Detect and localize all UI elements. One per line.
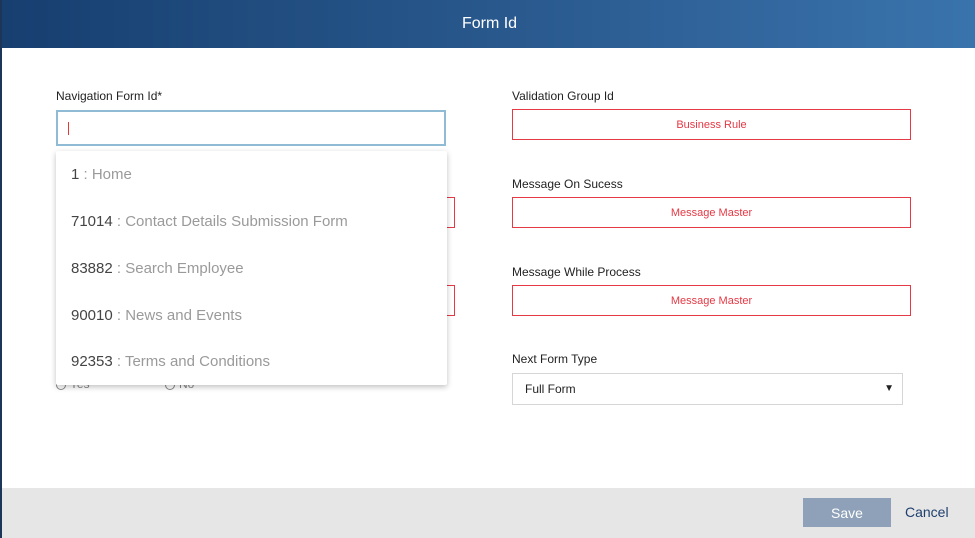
message-master-success-button[interactable]: Message Master <box>512 197 911 228</box>
item-name: : Terms and Conditions <box>112 353 271 370</box>
triangle-down-icon: ▼ <box>884 383 894 394</box>
hidden-field-edge-2 <box>447 285 455 316</box>
next-form-type-value: Full Form <box>525 382 576 396</box>
item-name: : Contact Details Submission Form <box>112 213 348 230</box>
message-master-process-button[interactable]: Message Master <box>512 285 911 316</box>
modal-header: Form Id <box>2 0 975 48</box>
hidden-field-edge-1 <box>447 197 455 228</box>
list-item[interactable]: 83882 : Search Employee <box>71 260 244 277</box>
message-while-process-label: Message While Process <box>512 265 641 279</box>
item-name: : Home <box>79 166 132 183</box>
business-rule-button[interactable]: Business Rule <box>512 109 911 140</box>
text-caret <box>68 122 69 135</box>
list-item[interactable]: 92353 : Terms and Conditions <box>71 353 270 370</box>
save-button[interactable]: Save <box>803 498 891 527</box>
cancel-button[interactable]: Cancel <box>905 504 949 520</box>
form-id-suggestion-list: 1 : Home 71014 : Contact Details Submiss… <box>56 151 447 385</box>
item-name: : News and Events <box>112 307 242 324</box>
item-id: 92353 <box>71 353 113 370</box>
item-id: 90010 <box>71 307 113 324</box>
item-name: : Search Employee <box>112 260 244 277</box>
message-on-success-label: Message On Sucess <box>512 177 623 191</box>
next-form-type-select[interactable]: Full Form ▼ <box>512 373 903 405</box>
navigation-form-id-input[interactable] <box>56 110 446 146</box>
list-item[interactable]: 1 : Home <box>71 166 132 183</box>
modal-footer: Save Cancel <box>2 488 975 538</box>
list-item[interactable]: 90010 : News and Events <box>71 307 242 324</box>
navigation-form-id-label: Navigation Form Id* <box>56 89 163 103</box>
item-id: 71014 <box>71 213 113 230</box>
form-id-modal: Form Id Navigation Form Id* Yes No 1 : H… <box>0 0 975 538</box>
item-id: 83882 <box>71 260 113 277</box>
list-item[interactable]: 71014 : Contact Details Submission Form <box>71 213 348 230</box>
modal-title: Form Id <box>461 15 518 32</box>
validation-group-id-label: Validation Group Id <box>512 89 614 103</box>
next-form-type-label: Next Form Type <box>512 352 598 366</box>
